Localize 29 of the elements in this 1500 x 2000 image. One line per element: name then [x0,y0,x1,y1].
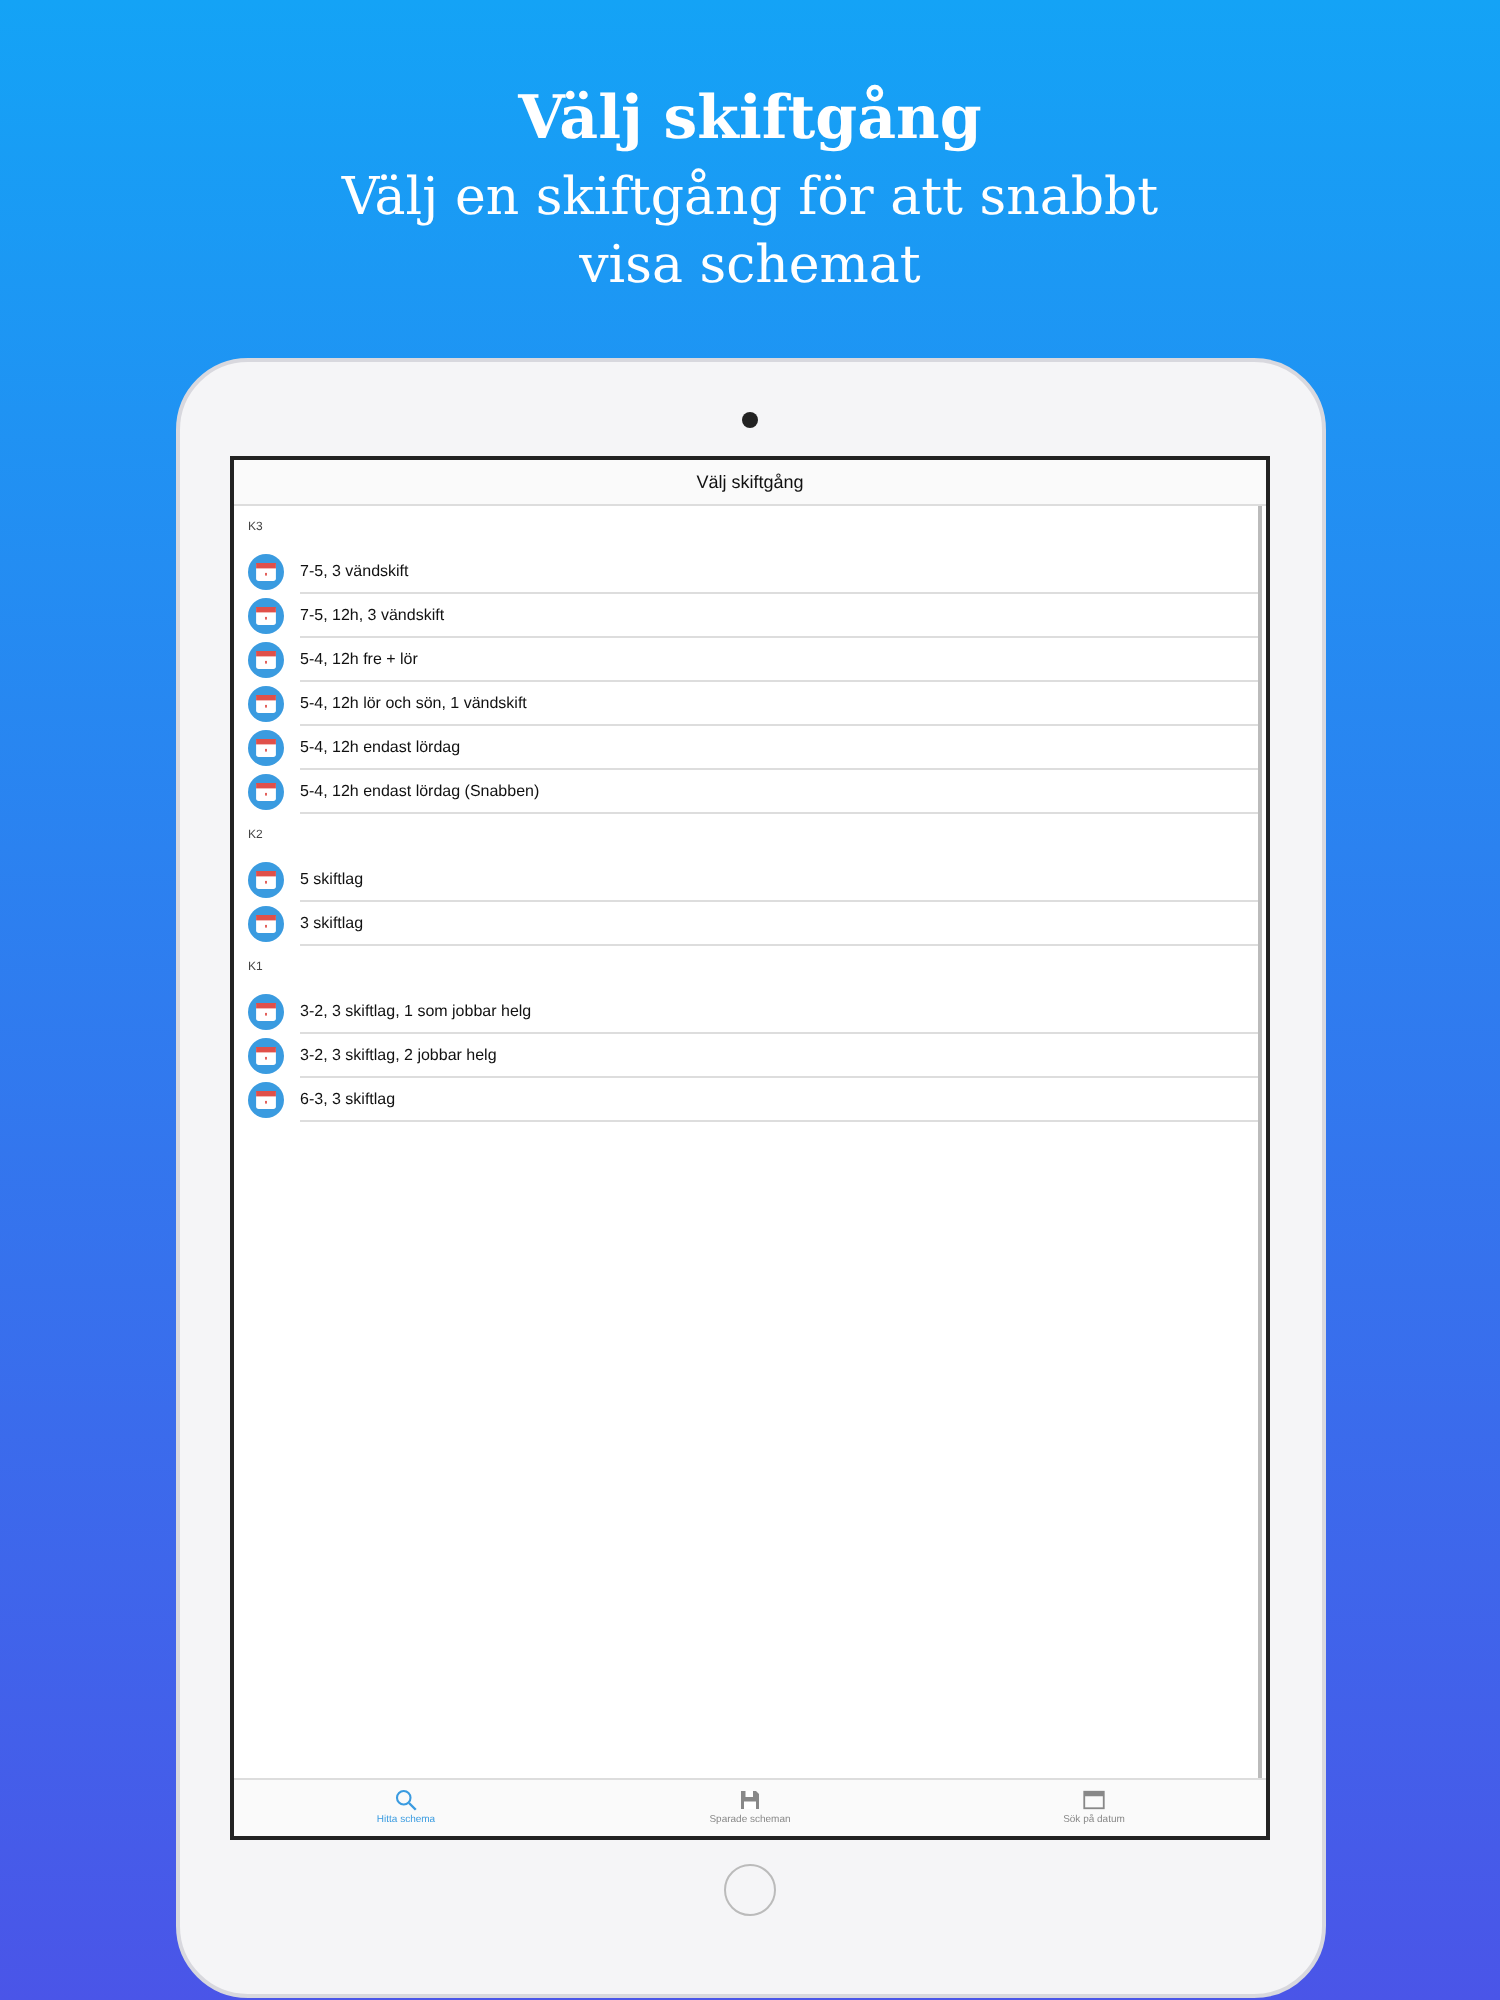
list-item[interactable]: 6-3, 3 skiftlag [234,1077,1258,1122]
list-item[interactable]: 7-5, 12h, 3 vändskift [234,593,1258,638]
calendar-icon [248,905,284,942]
list-item[interactable]: 5-4, 12h fre + lör [234,637,1258,682]
list-item[interactable]: 5-4, 12h endast lördag [234,725,1258,770]
search-icon [394,1788,418,1813]
list-item[interactable]: 3-2, 3 skiftlag, 2 jobbar helg [234,1033,1258,1078]
headline: Välj skiftgång [518,84,982,154]
list-item[interactable]: 5 skiftlag [234,857,1258,902]
calendar-icon [248,685,284,722]
nav-title: Välj skiftgång [696,471,804,492]
calendar-icon [248,773,284,810]
list-item[interactable]: 5-4, 12h lör och sön, 1 vändskift [234,681,1258,726]
window-icon [1082,1788,1106,1813]
calendar-icon [248,641,284,678]
list-item[interactable]: 3 skiftlag [234,901,1258,946]
calendar-icon [248,553,284,590]
home-button[interactable] [724,1863,776,1916]
calendar-icon [248,993,284,1030]
calendar-icon [248,729,284,766]
subtitle: Välj en skiftgång för att snabbt visa schemat [339,166,1161,300]
list-item[interactable]: 7-5, 3 vändskift [234,549,1258,594]
list-item[interactable]: 3-2, 3 skiftlag, 1 som jobbar helg [234,989,1258,1034]
calendar-icon [248,861,284,898]
calendar-icon [248,1081,284,1118]
calendar-icon [248,1037,284,1074]
camera-icon [742,411,758,428]
list-item[interactable]: 5-4, 12h endast lördag (Snabben) [234,769,1258,814]
calendar-icon [248,597,284,634]
